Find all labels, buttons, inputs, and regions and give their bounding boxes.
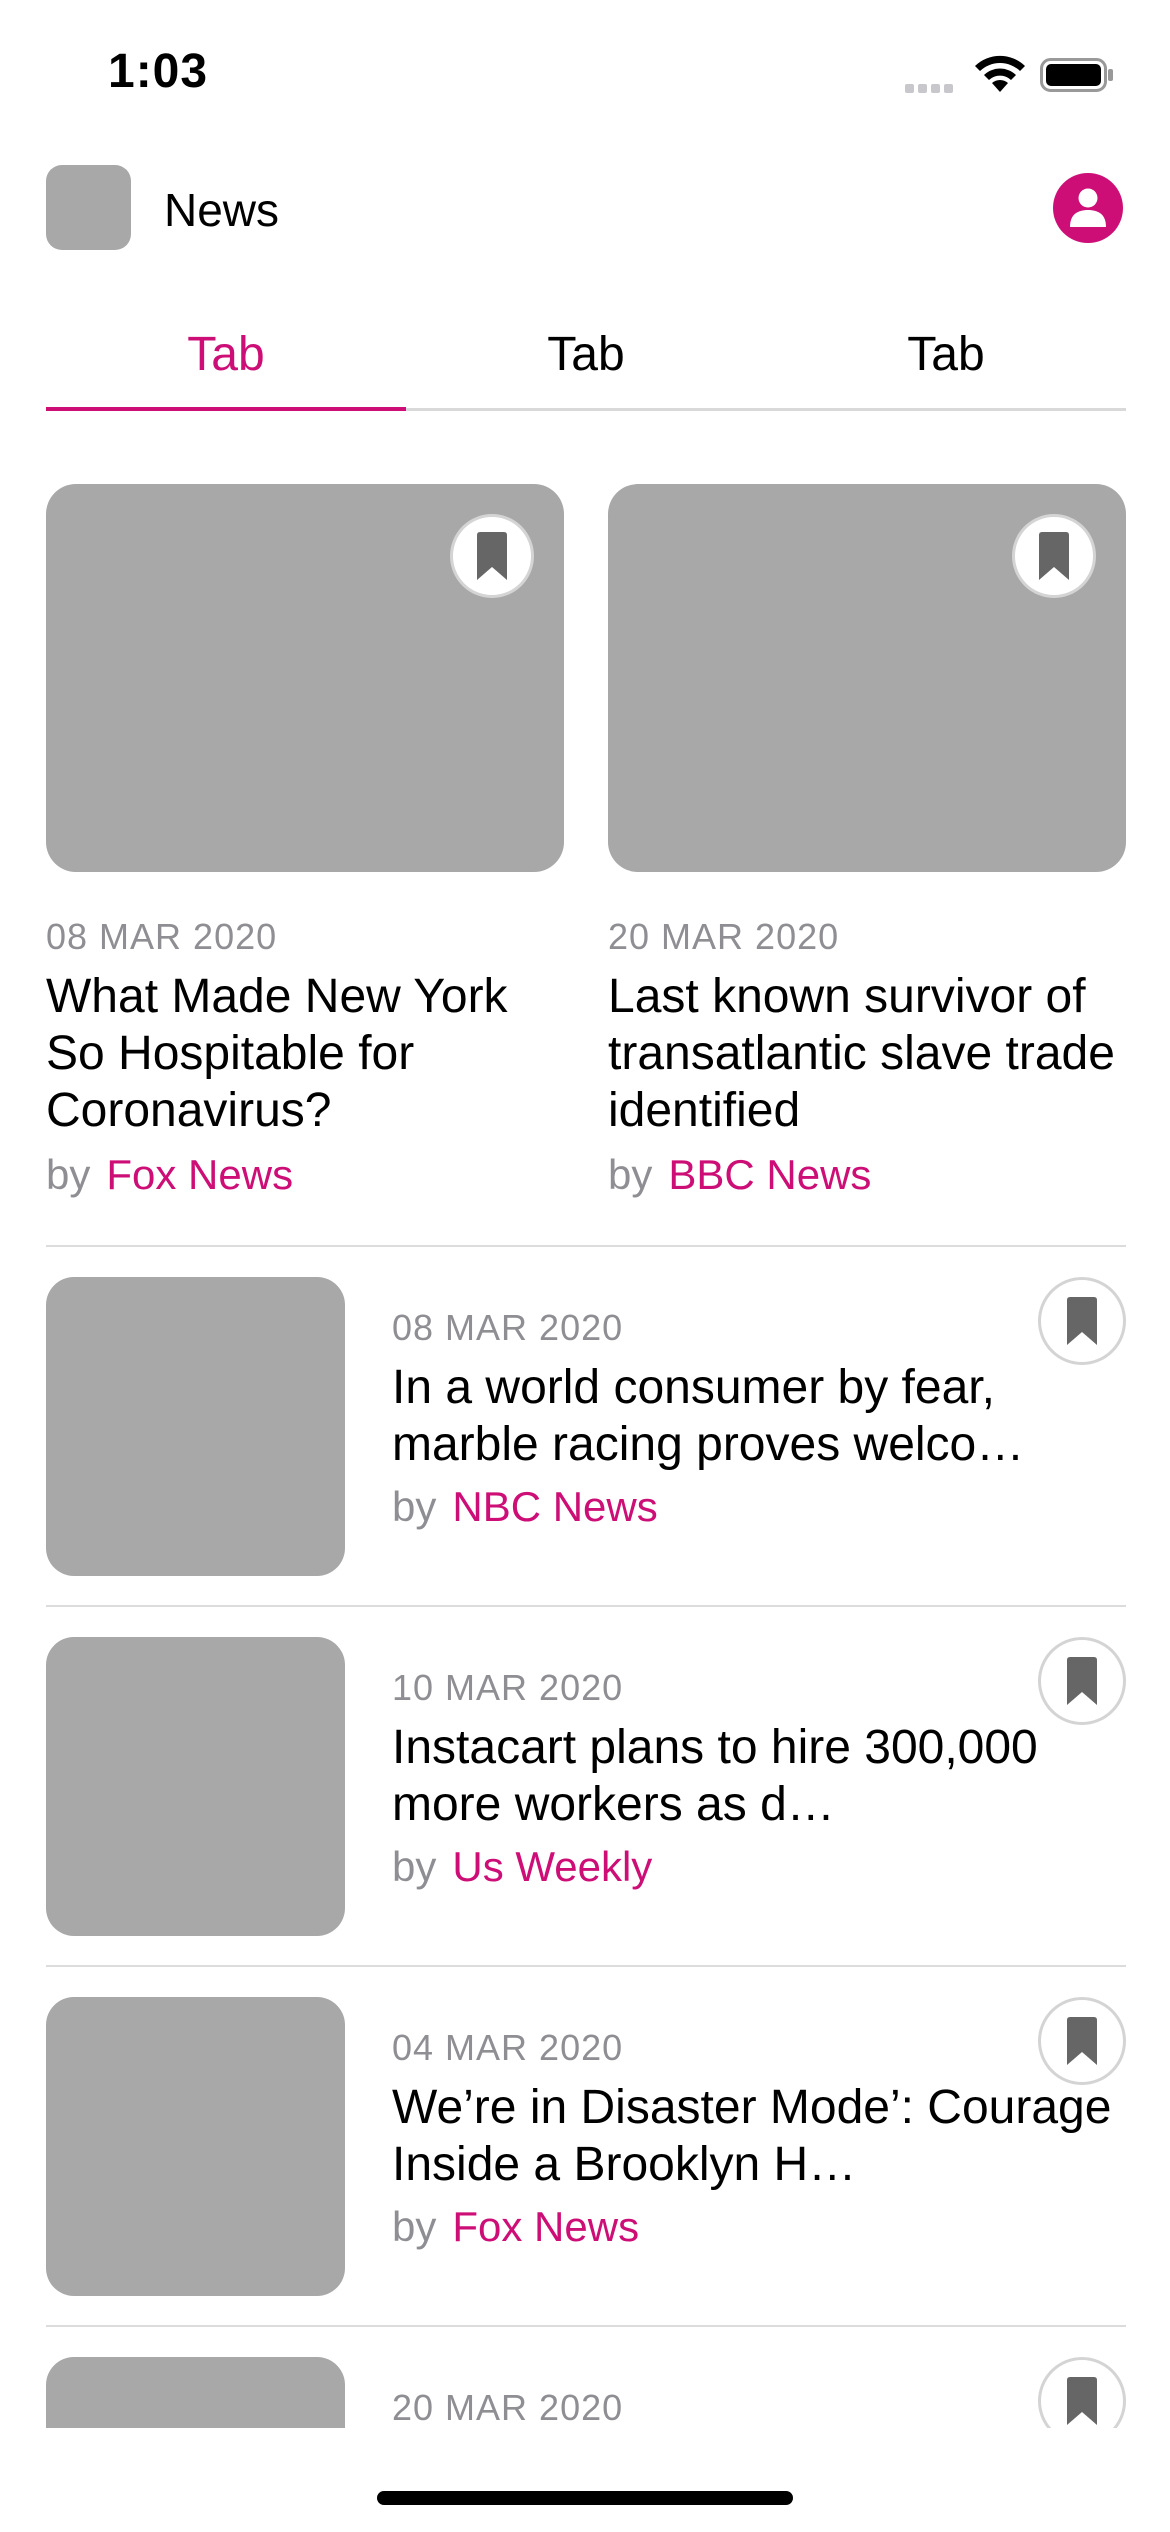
bookmark-icon bbox=[1067, 2017, 1097, 2065]
article-title: Last known survivor of transatlantic sla… bbox=[608, 970, 1115, 1137]
byline-prefix: by bbox=[392, 1843, 437, 1890]
article-byline: by Fox News bbox=[392, 2203, 1112, 2251]
article-date: 04 MAR 2020 bbox=[392, 2027, 624, 2068]
list-item[interactable]: 04 MAR 2020 We’re in Disaster Mode’: Cou… bbox=[46, 1997, 1126, 2297]
article-date: 10 MAR 2020 bbox=[392, 1667, 624, 1708]
tab-bar: Tab Tab Tab bbox=[46, 300, 1126, 411]
article-date: 20 MAR 2020 bbox=[608, 916, 840, 957]
article-source-link[interactable]: Fox News bbox=[452, 2203, 639, 2250]
article-title: Instacart plans to hire 300,000 more wor… bbox=[392, 1721, 1038, 1831]
wifi-icon bbox=[975, 55, 1025, 92]
bookmark-icon bbox=[1067, 1297, 1097, 1345]
article-byline: by BBC News bbox=[608, 1151, 1126, 1199]
list-item[interactable]: 08 MAR 2020 In a world consumer by fear,… bbox=[46, 1277, 1126, 1577]
article-source-link[interactable]: NBC News bbox=[452, 1483, 657, 1530]
article-date: 08 MAR 2020 bbox=[46, 916, 278, 957]
article-thumbnail bbox=[46, 2357, 345, 2428]
bookmark-button[interactable] bbox=[450, 514, 534, 598]
divider bbox=[46, 1965, 1126, 1967]
article-title: We’re in Disaster Mode’: Courage Inside … bbox=[392, 2081, 1112, 2191]
article-source-link[interactable]: BBC News bbox=[668, 1151, 871, 1198]
person-icon bbox=[1070, 188, 1106, 227]
profile-button[interactable] bbox=[1053, 173, 1123, 243]
divider bbox=[46, 1245, 1126, 1247]
battery-icon bbox=[1040, 58, 1113, 92]
article-image bbox=[46, 484, 564, 872]
divider bbox=[46, 1605, 1126, 1607]
byline-prefix: by bbox=[392, 2203, 437, 2250]
featured-card[interactable]: 20 MAR 2020 Last known survivor of trans… bbox=[608, 484, 1126, 1199]
status-bar: 1:03 bbox=[0, 0, 1170, 150]
page-title: News bbox=[164, 184, 280, 236]
app-logo bbox=[46, 165, 131, 250]
tab-2[interactable]: Tab bbox=[406, 300, 766, 408]
article-date: 20 MAR 2020 bbox=[392, 2387, 624, 2428]
byline-prefix: by bbox=[608, 1151, 653, 1198]
article-image bbox=[608, 484, 1126, 872]
article-thumbnail bbox=[46, 1997, 345, 2296]
article-source-link[interactable]: Us Weekly bbox=[452, 1843, 652, 1890]
bookmark-button[interactable] bbox=[1038, 1637, 1126, 1725]
bookmark-button[interactable] bbox=[1012, 514, 1096, 598]
bookmark-icon bbox=[1067, 1657, 1097, 1705]
bookmark-button[interactable] bbox=[1038, 2357, 1126, 2428]
app-header: News bbox=[46, 165, 1126, 250]
article-thumbnail bbox=[46, 1277, 345, 1576]
divider bbox=[46, 2325, 1126, 2327]
screen-content: 1:03 News Tab Tab Tab 08 MAR 2020 What M… bbox=[0, 0, 1170, 2428]
cellular-signal-icon bbox=[905, 80, 957, 98]
bookmark-icon bbox=[477, 532, 507, 580]
byline-prefix: by bbox=[392, 1483, 437, 1530]
article-title: In a world consumer by fear, marble raci… bbox=[392, 1361, 1025, 1471]
article-title: What Made New York So Hospitable for Cor… bbox=[46, 970, 508, 1137]
article-source-link[interactable]: Fox News bbox=[106, 1151, 293, 1198]
tab-1[interactable]: Tab bbox=[46, 300, 406, 408]
bookmark-button[interactable] bbox=[1038, 1997, 1126, 2085]
bookmark-icon bbox=[1067, 2377, 1097, 2425]
list-item[interactable]: 10 MAR 2020 Instacart plans to hire 300,… bbox=[46, 1637, 1126, 1937]
bookmark-icon bbox=[1039, 532, 1069, 580]
article-byline: by NBC News bbox=[392, 1483, 1112, 1531]
article-date: 08 MAR 2020 bbox=[392, 1307, 624, 1348]
list-item[interactable]: 20 MAR 2020 bbox=[46, 2357, 1126, 2428]
article-byline: by Us Weekly bbox=[392, 1843, 1112, 1891]
byline-prefix: by bbox=[46, 1151, 91, 1198]
article-byline: by Fox News bbox=[46, 1151, 564, 1199]
tab-3[interactable]: Tab bbox=[766, 300, 1126, 408]
home-indicator[interactable] bbox=[377, 2491, 793, 2505]
tab-indicator bbox=[46, 407, 406, 411]
status-time: 1:03 bbox=[108, 45, 209, 98]
bookmark-button[interactable] bbox=[1038, 1277, 1126, 1365]
featured-card[interactable]: 08 MAR 2020 What Made New York So Hospit… bbox=[46, 484, 564, 1199]
article-thumbnail bbox=[46, 1637, 345, 1936]
